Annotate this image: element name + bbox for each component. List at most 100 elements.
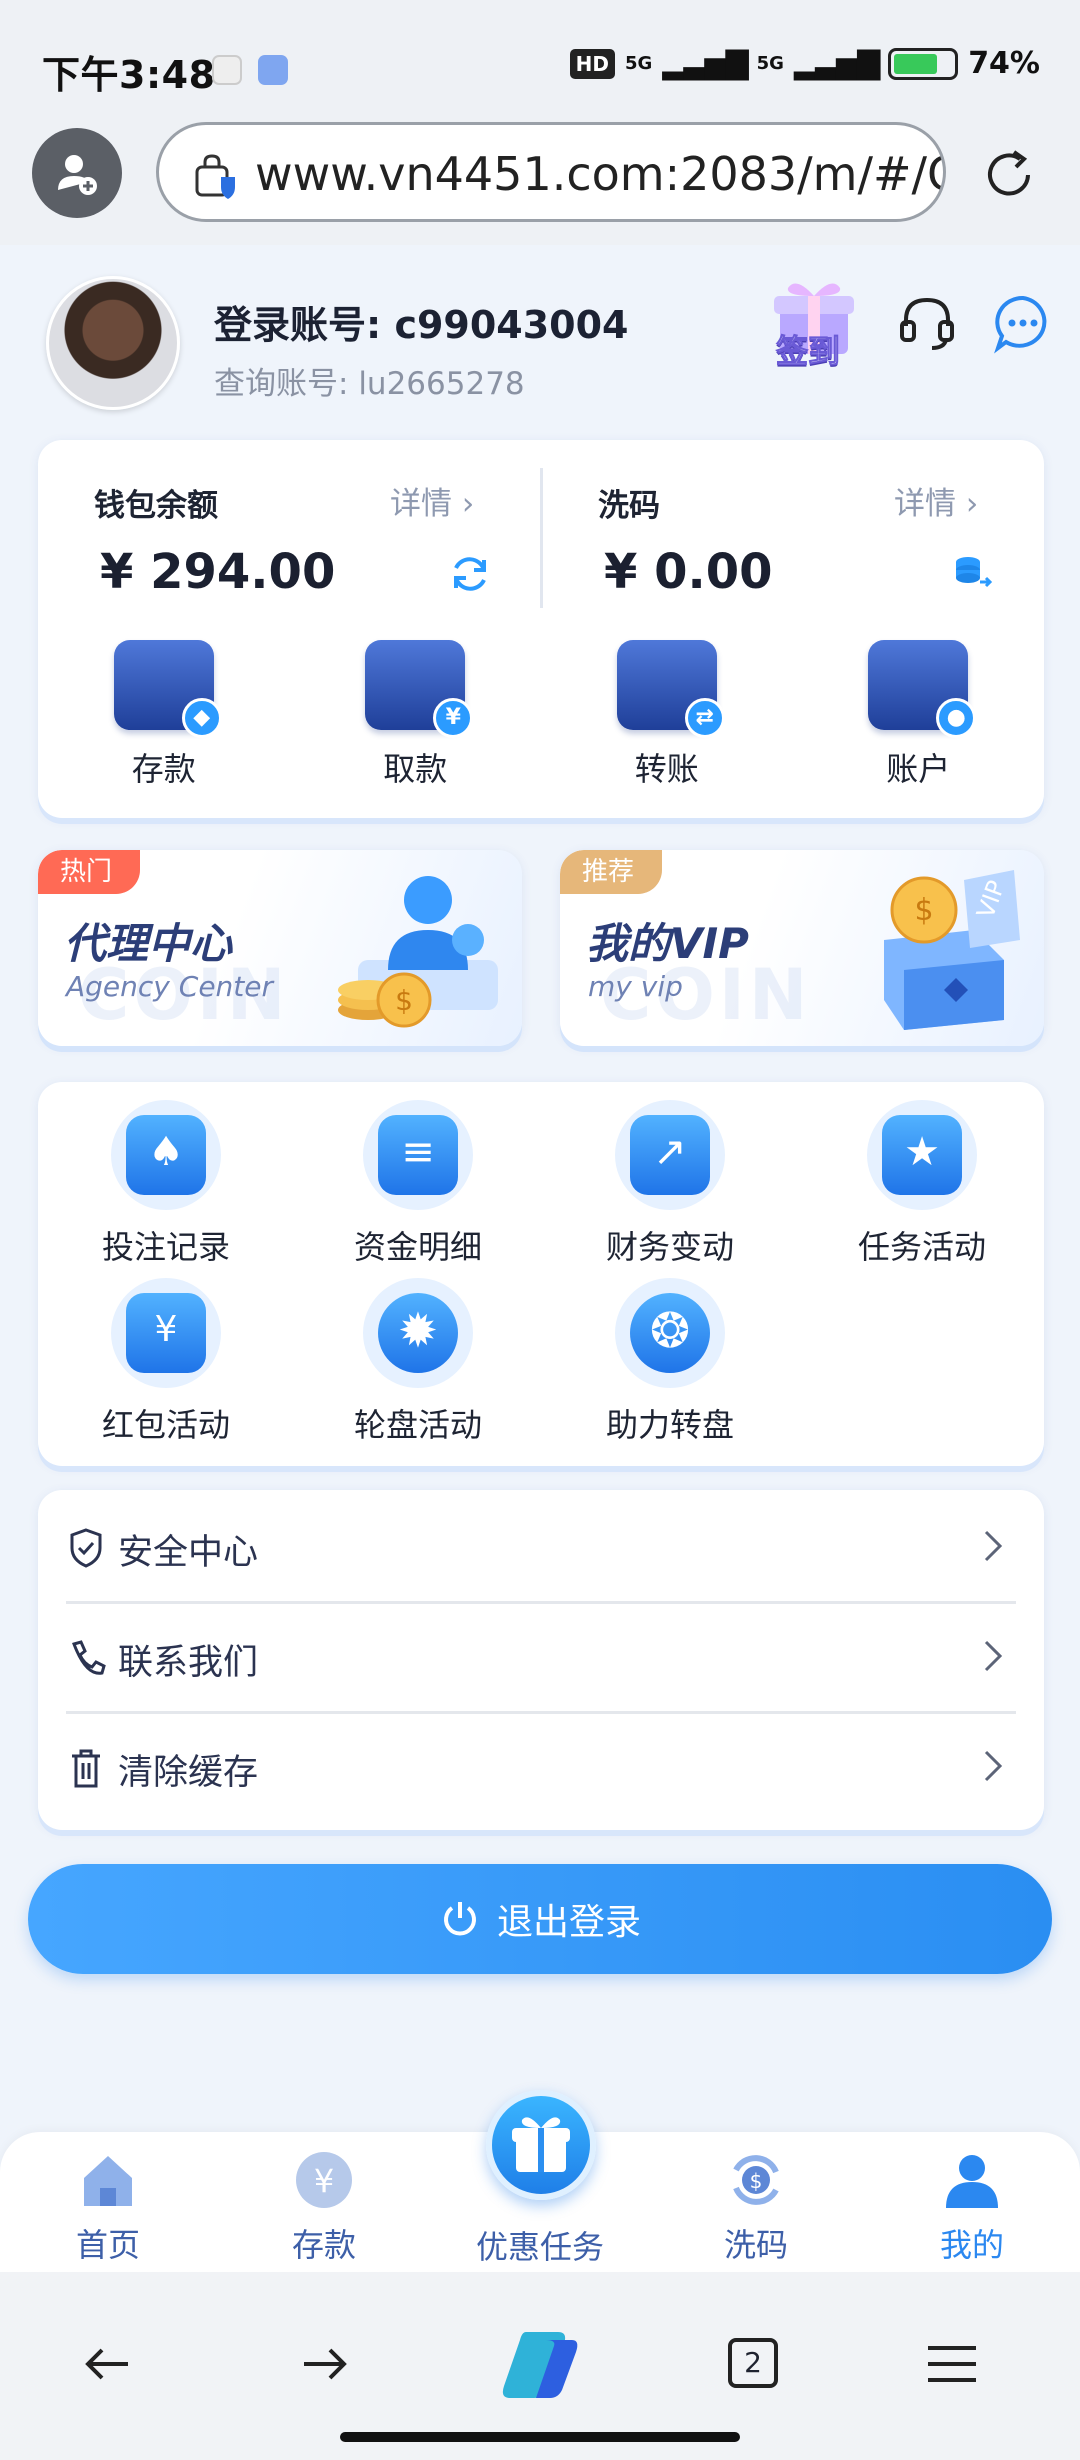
wallet-actions: ◆ 存款 ¥ 取款 ⇄ 转账 ● 账户 xyxy=(38,640,1044,790)
security-center-label: 安全中心 xyxy=(118,1533,259,1573)
task-activity-label: 任务活动 xyxy=(857,1228,986,1266)
promotions-gift-button[interactable] xyxy=(486,2090,596,2200)
list-book-icon: ≡ xyxy=(363,1100,473,1210)
home-icon xyxy=(84,2156,132,2206)
balance-detail-label: 详情 xyxy=(390,486,452,522)
status-bar: 下午3:48 HD 5G ▂▃▅▇ 5G ▂▃▅▇ 74% xyxy=(0,0,1080,120)
login-account-label: 登录账号: xyxy=(214,303,382,347)
prize-wheel-button[interactable]: ❂ 助力转盘 xyxy=(560,1278,780,1446)
svg-text:$: $ xyxy=(750,2169,763,2193)
my-vip-subtitle: my vip xyxy=(588,970,683,1003)
wash-detail-link[interactable]: 详情 › xyxy=(894,478,978,523)
add-user-icon xyxy=(58,155,97,195)
refresh-balance-icon[interactable] xyxy=(448,552,492,596)
logout-label: 退出登录 xyxy=(496,1902,641,1943)
forward-arrow-icon[interactable] xyxy=(294,2334,354,2394)
battery-icon xyxy=(888,47,959,80)
user-icon xyxy=(946,2155,998,2208)
account-button[interactable]: ● 账户 xyxy=(793,640,1045,790)
agency-center-title: 代理中心 xyxy=(64,919,233,968)
transfer-button[interactable]: ⇄ 转账 xyxy=(541,640,793,790)
wallet-card: 钱包余额 详情 › ¥ 294.00 洗码 详情 › ¥ 0.00 ◆ 存款 ¥… xyxy=(38,440,1044,818)
query-account: 查询账号: lu2665278 xyxy=(214,358,525,403)
tab-promotions-label: 优惠任务 xyxy=(475,2228,604,2266)
red-envelope-label: 红包活动 xyxy=(101,1406,230,1444)
wash-detail-label: 详情 xyxy=(894,486,956,522)
badge-diamond-icon: ◆ xyxy=(181,698,222,738)
badge-yen-icon: ¥ xyxy=(433,698,474,738)
tab-mine[interactable]: 我的 xyxy=(882,2148,1062,2266)
my-vip-card[interactable]: 推荐 COIN 我的VIP my vip VIP $ xyxy=(560,850,1044,1046)
trash-icon xyxy=(72,1749,100,1788)
transfer-label: 转账 xyxy=(634,750,699,788)
tab-wash-code[interactable]: $ 洗码 xyxy=(666,2148,846,2266)
profile-header: 登录账号: c99043004 查询账号: lu2665278 签到 xyxy=(0,260,1080,420)
account-label: 账户 xyxy=(886,750,951,788)
shield-check-icon xyxy=(70,1528,102,1568)
roulette-button[interactable]: ✹ 轮盘活动 xyxy=(308,1278,528,1446)
query-account-value: lu2665278 xyxy=(358,366,525,402)
wallet-balance: ¥ 294.00 xyxy=(100,544,336,600)
signal-strength-icon: ▂▃▅▇ xyxy=(662,46,748,81)
bet-records-button[interactable]: ♠ 投注记录 xyxy=(56,1100,276,1268)
my-vip-title: 我的VIP xyxy=(586,919,749,968)
svg-text:¥: ¥ xyxy=(314,2162,334,2200)
deposit-button[interactable]: ◆ 存款 xyxy=(38,640,290,790)
chevron-right-icon: › xyxy=(965,486,979,522)
phone-icon xyxy=(72,1640,106,1675)
tab-home-label: 首页 xyxy=(75,2226,140,2264)
reload-icon[interactable] xyxy=(980,146,1038,204)
url-field[interactable]: www.vn4451.com:2083/m/#/Ce xyxy=(156,122,946,222)
message-icon[interactable] xyxy=(992,292,1054,354)
roulette-label: 轮盘活动 xyxy=(353,1406,482,1444)
customer-service-headset-icon[interactable] xyxy=(896,292,958,354)
site-security-icon xyxy=(195,154,235,199)
balance-detail-link[interactable]: 详情 › xyxy=(390,478,474,523)
red-envelope-icon: ¥ xyxy=(111,1278,221,1388)
chevron-right-icon xyxy=(984,1640,1003,1672)
withdraw-button[interactable]: ¥ 取款 xyxy=(290,640,542,790)
query-account-label: 查询账号: xyxy=(214,366,349,402)
logout-button[interactable]: 退出登录 xyxy=(28,1864,1052,1974)
tab-home[interactable]: 首页 xyxy=(18,2148,198,2266)
browser-address-bar: www.vn4451.com:2083/m/#/Ce xyxy=(0,120,1080,245)
account-shield-icon: ● xyxy=(868,640,977,738)
finance-changes-button[interactable]: ↗ 财务变动 xyxy=(560,1100,780,1268)
contact-us-label: 联系我们 xyxy=(118,1643,259,1683)
coin-stack-icon[interactable] xyxy=(950,552,994,596)
clear-cache-label: 清除缓存 xyxy=(118,1753,259,1793)
network-5g-2: 5G xyxy=(756,53,784,74)
menu-icon[interactable] xyxy=(922,2334,982,2394)
url-text: www.vn4451.com:2083/m/#/Ce xyxy=(255,147,946,201)
tab-wash-code-label: 洗码 xyxy=(723,2226,788,2264)
power-icon xyxy=(444,1902,476,1936)
security-center-row[interactable]: 安全中心 xyxy=(66,1494,1016,1604)
login-account: 登录账号: c99043004 xyxy=(214,294,629,349)
notification-app-icon-2 xyxy=(258,55,288,85)
clear-cache-row[interactable]: 清除缓存 xyxy=(66,1714,1016,1824)
svg-text:$: $ xyxy=(914,893,933,928)
tab-deposit-label: 存款 xyxy=(291,2226,356,2264)
login-account-value: c99043004 xyxy=(394,303,629,347)
wallet-icon: ◆ xyxy=(113,640,222,738)
avatar[interactable] xyxy=(46,276,180,410)
browser-profile-button[interactable] xyxy=(32,128,122,218)
chevron-right-icon xyxy=(984,1750,1003,1782)
task-activity-button[interactable]: ★ 任务活动 xyxy=(812,1100,1032,1268)
badge-swap-icon: ⇄ xyxy=(684,698,725,738)
hot-tag: 热门 xyxy=(38,850,141,894)
deposit-label: 存款 xyxy=(131,750,196,788)
tab-deposit[interactable]: ¥ 存款 xyxy=(234,2148,414,2266)
agency-people-coins-icon: $ xyxy=(338,876,498,1028)
tab-promotions[interactable]: 优惠任务 xyxy=(450,2194,630,2268)
contact-us-row[interactable]: 联系我们 xyxy=(66,1604,1016,1714)
vip-box-icon: VIP $ xyxy=(884,870,1020,1030)
chevron-right-icon: › xyxy=(461,486,475,522)
sign-in-button[interactable]: 签到 xyxy=(775,326,840,372)
fund-details-button[interactable]: ≡ 资金明细 xyxy=(308,1100,528,1268)
back-arrow-icon[interactable] xyxy=(78,2334,138,2394)
agency-center-card[interactable]: 热门 COIN 代理中心 Agency Center $ xyxy=(38,850,522,1046)
red-envelope-button[interactable]: ¥ 红包活动 xyxy=(56,1278,276,1446)
tabs-count-button[interactable]: 2 xyxy=(728,2338,778,2388)
copilot-icon[interactable] xyxy=(496,2326,584,2402)
